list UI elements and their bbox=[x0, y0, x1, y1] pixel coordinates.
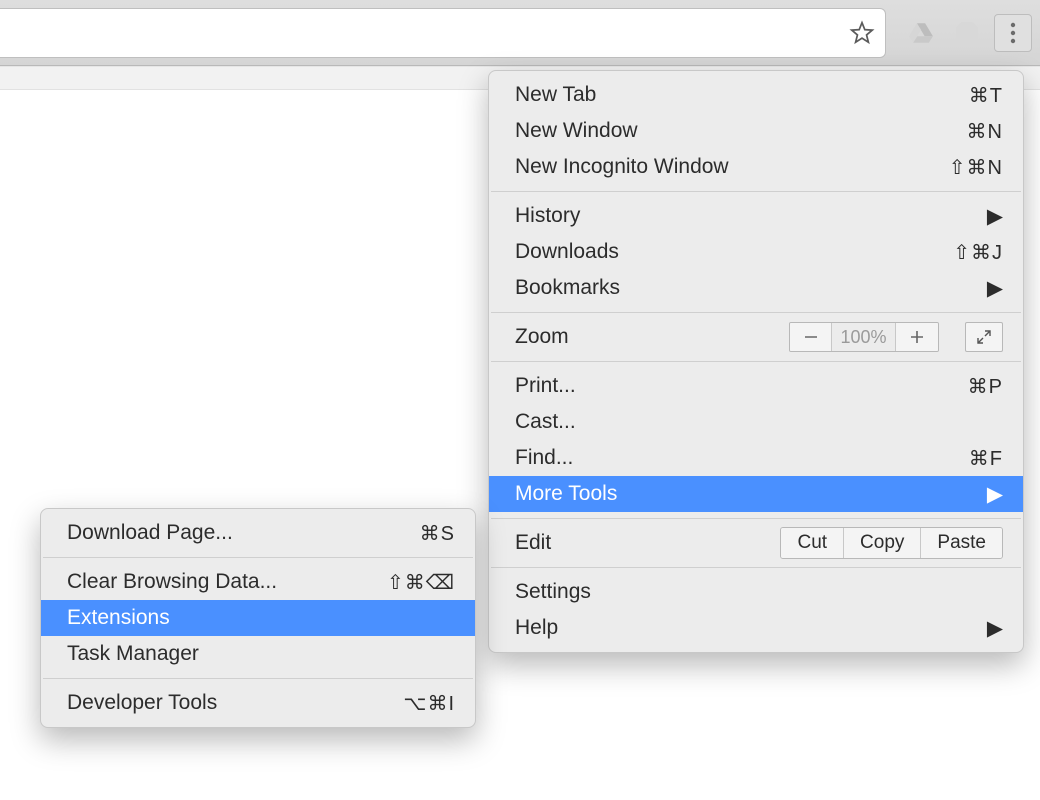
menu-item-more-tools[interactable]: More Tools ▶ bbox=[489, 476, 1023, 512]
menu-label: Zoom bbox=[515, 325, 789, 349]
menu-shortcut: ⌘N bbox=[967, 119, 1003, 144]
menu-separator bbox=[491, 567, 1021, 568]
menu-label: More Tools bbox=[515, 482, 987, 506]
menu-item-new-incognito[interactable]: New Incognito Window ⇧⌘N bbox=[489, 149, 1023, 185]
menu-label: History bbox=[515, 204, 987, 228]
menu-separator bbox=[491, 312, 1021, 313]
submenu-item-extensions[interactable]: Extensions bbox=[41, 600, 475, 636]
toolbar-extension-icons bbox=[902, 14, 1032, 52]
zoom-value: 100% bbox=[832, 323, 896, 351]
submenu-item-download-page[interactable]: Download Page... ⌘S bbox=[41, 515, 475, 551]
menu-label: Find... bbox=[515, 446, 969, 470]
menu-shortcut: ⌘T bbox=[969, 83, 1003, 108]
submenu-arrow-icon: ▶ bbox=[987, 482, 1003, 507]
menu-label: Downloads bbox=[515, 240, 953, 264]
copy-button[interactable]: Copy bbox=[844, 528, 921, 558]
menu-item-settings[interactable]: Settings bbox=[489, 574, 1023, 610]
menu-item-edit: Edit Cut Copy Paste bbox=[489, 525, 1023, 561]
menu-shortcut: ⌘P bbox=[968, 374, 1003, 399]
zoom-group: 100% bbox=[789, 322, 939, 352]
menu-shortcut: ⌥⌘I bbox=[403, 691, 455, 716]
paste-button[interactable]: Paste bbox=[921, 528, 1002, 558]
address-bar-container bbox=[0, 8, 886, 58]
menu-separator bbox=[43, 557, 473, 558]
menu-item-new-tab[interactable]: New Tab ⌘T bbox=[489, 77, 1023, 113]
browser-toolbar bbox=[0, 0, 1040, 66]
menu-label: Edit bbox=[515, 531, 780, 555]
chrome-menu-button[interactable] bbox=[994, 14, 1032, 52]
menu-label: Clear Browsing Data... bbox=[67, 570, 387, 594]
menu-item-downloads[interactable]: Downloads ⇧⌘J bbox=[489, 234, 1023, 270]
menu-label: New Tab bbox=[515, 83, 969, 107]
submenu-item-clear-browsing-data[interactable]: Clear Browsing Data... ⇧⌘⌫ bbox=[41, 564, 475, 600]
menu-label: Cast... bbox=[515, 410, 1003, 434]
fullscreen-button[interactable] bbox=[965, 322, 1003, 352]
adblock-extension-icon[interactable] bbox=[948, 14, 986, 52]
address-bar[interactable] bbox=[0, 8, 886, 58]
submenu-item-task-manager[interactable]: Task Manager bbox=[41, 636, 475, 672]
menu-item-cast[interactable]: Cast... bbox=[489, 404, 1023, 440]
menu-item-zoom: Zoom 100% bbox=[489, 319, 1023, 355]
submenu-arrow-icon: ▶ bbox=[987, 204, 1003, 229]
menu-separator bbox=[491, 518, 1021, 519]
menu-label: Help bbox=[515, 616, 987, 640]
zoom-controls: 100% bbox=[789, 322, 1003, 352]
menu-item-help[interactable]: Help ▶ bbox=[489, 610, 1023, 646]
menu-label: Developer Tools bbox=[67, 691, 403, 715]
menu-separator bbox=[43, 678, 473, 679]
menu-label: Bookmarks bbox=[515, 276, 987, 300]
menu-shortcut: ⇧⌘J bbox=[953, 240, 1003, 265]
bookmark-star-icon[interactable] bbox=[849, 20, 875, 46]
menu-label: Task Manager bbox=[67, 642, 455, 666]
zoom-in-button[interactable] bbox=[896, 323, 938, 351]
cut-button[interactable]: Cut bbox=[781, 528, 844, 558]
menu-label: Download Page... bbox=[67, 521, 420, 545]
more-tools-submenu: Download Page... ⌘S Clear Browsing Data.… bbox=[40, 508, 476, 728]
menu-item-bookmarks[interactable]: Bookmarks ▶ bbox=[489, 270, 1023, 306]
menu-separator bbox=[491, 361, 1021, 362]
menu-item-print[interactable]: Print... ⌘P bbox=[489, 368, 1023, 404]
menu-label: Extensions bbox=[67, 606, 455, 630]
menu-shortcut: ⌘F bbox=[969, 446, 1003, 471]
submenu-arrow-icon: ▶ bbox=[987, 616, 1003, 641]
menu-item-new-window[interactable]: New Window ⌘N bbox=[489, 113, 1023, 149]
menu-label: Print... bbox=[515, 374, 968, 398]
menu-shortcut: ⇧⌘⌫ bbox=[387, 570, 455, 595]
drive-extension-icon[interactable] bbox=[902, 14, 940, 52]
menu-item-find[interactable]: Find... ⌘F bbox=[489, 440, 1023, 476]
submenu-arrow-icon: ▶ bbox=[987, 276, 1003, 301]
menu-shortcut: ⇧⌘N bbox=[949, 155, 1003, 180]
menu-label: Settings bbox=[515, 580, 1003, 604]
edit-button-group: Cut Copy Paste bbox=[780, 527, 1003, 559]
submenu-item-developer-tools[interactable]: Developer Tools ⌥⌘I bbox=[41, 685, 475, 721]
menu-separator bbox=[491, 191, 1021, 192]
menu-item-history[interactable]: History ▶ bbox=[489, 198, 1023, 234]
menu-label: New Incognito Window bbox=[515, 155, 949, 179]
menu-shortcut: ⌘S bbox=[420, 521, 455, 546]
menu-label: New Window bbox=[515, 119, 967, 143]
zoom-out-button[interactable] bbox=[790, 323, 832, 351]
chrome-main-menu: New Tab ⌘T New Window ⌘N New Incognito W… bbox=[488, 70, 1024, 653]
